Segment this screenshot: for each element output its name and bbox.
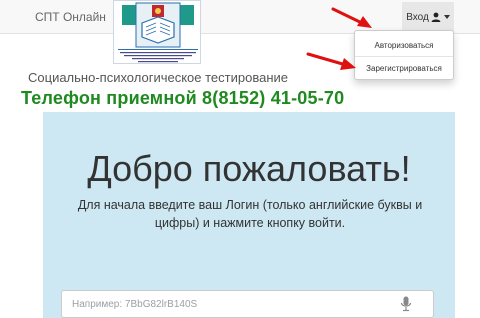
welcome-panel: Добро пожаловать! Для начала введите ваш…: [43, 112, 455, 318]
welcome-title: Добро пожаловать!: [87, 148, 411, 189]
login-dropdown-toggle[interactable]: Вход: [402, 2, 454, 32]
red-arrow-to-register: [306, 52, 356, 70]
navbar-brand[interactable]: СПТ Онлайн: [35, 10, 106, 24]
reception-phone: Телефон приемной 8(8152) 41-05-70: [21, 88, 345, 108]
user-icon: [431, 12, 441, 22]
microphone-icon[interactable]: [400, 296, 412, 312]
top-navbar: СПТ Онлайн Вход: [0, 0, 480, 64]
login-dropdown-menu: Авторизоваться Зарегистрироваться: [354, 30, 454, 80]
login-toggle-label: Вход: [406, 11, 429, 23]
page-subtitle: Социально-психологическое тестирование: [28, 70, 288, 85]
login-instruction: Для начала введите ваш Логин (только анг…: [77, 198, 423, 230]
logo-emblem: [114, 1, 200, 63]
login-input[interactable]: [61, 290, 434, 318]
institute-logo: [113, 0, 201, 64]
menu-item-register[interactable]: Зарегистрироваться: [355, 57, 453, 79]
caret-down-icon: [443, 15, 450, 19]
menu-item-authorize[interactable]: Авторизоваться: [355, 34, 453, 56]
